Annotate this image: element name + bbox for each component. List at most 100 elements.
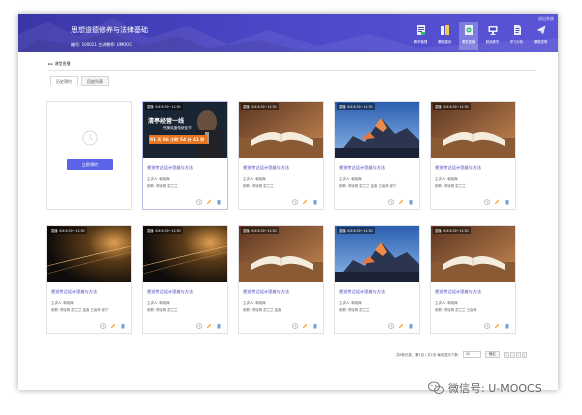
- delete-icon[interactable]: [216, 199, 222, 205]
- divider: [48, 70, 536, 71]
- edit-icon[interactable]: [302, 323, 308, 329]
- course-title-link[interactable]: 视觉传达设计思维与方法: [51, 289, 97, 295]
- clock-action-icon[interactable]: [100, 323, 106, 329]
- clock-action-icon[interactable]: [388, 323, 394, 329]
- wechat-icon: [428, 381, 444, 395]
- live-overlay-line2: 完美欢度传统佳节: [163, 126, 192, 130]
- clock-action-icon[interactable]: [484, 199, 490, 205]
- nav-label: 学习分析: [509, 40, 524, 44]
- delete-icon[interactable]: [120, 323, 126, 329]
- course-cover-dark: 直播: 8.8 8:30~11:30: [47, 226, 131, 282]
- edit-icon[interactable]: [302, 199, 308, 205]
- tab-history-reservations[interactable]: 历史预约: [50, 76, 78, 86]
- delete-icon[interactable]: [504, 323, 510, 329]
- nav-teaching-management[interactable]: 教学管理: [411, 22, 430, 50]
- live-time-badge: 直播: 8.8 8:30~11:30: [433, 103, 471, 110]
- course-title-link[interactable]: 视觉传达设计思维与方法: [243, 165, 289, 171]
- course-owner: 主讲人: 韩晓梅: [435, 301, 458, 305]
- card-actions: [196, 199, 222, 205]
- clock-action-icon[interactable]: [292, 323, 298, 329]
- course-assistants: 助教: 李晓明 蒙兰兰 金鑫: [243, 308, 282, 312]
- first-page-icon[interactable]: «: [503, 351, 509, 358]
- course-assistants: 助教: 李晓明 蒙兰兰: [147, 308, 178, 312]
- course-card[interactable]: 直播: 8.8 8:30~11:30 视觉传达设计思维与方法 主讲人: 韩晓梅 …: [430, 225, 516, 334]
- course-card[interactable]: 直播: 8.8 8:30~11:30 视觉传达设计思维与方法 主讲人: 韩晓梅 …: [238, 225, 324, 334]
- live-time-badge: 直播: 8.8 8:30~11:30: [241, 103, 279, 110]
- edit-icon[interactable]: [206, 323, 212, 329]
- course-card[interactable]: 直播: 8.8 8:30~11:30 视觉传达设计思维与方法 主讲人: 韩晓梅 …: [334, 225, 420, 334]
- course-card[interactable]: 直播: 8.8 8:30~11:30 视觉传达设计思维与方法 主讲人: 韩晓梅 …: [238, 101, 324, 210]
- app-window: 思想道德修养与法律基础 编号: 100011 主讲教师: UMOOC 退出系统 …: [18, 14, 558, 390]
- course-assistants: 助教: 李晓明 蒙兰兰: [147, 184, 178, 188]
- course-meta: 编号: 100011 主讲教师: UMOOC: [71, 42, 133, 47]
- course-cover-mountain: 直播: 8.8 8:30~11:30: [335, 226, 419, 282]
- delete-icon[interactable]: [408, 199, 414, 205]
- course-assistants: 助教: 李晓明 蒙兰兰 王喜林: [435, 308, 477, 312]
- course-title-link[interactable]: 视觉传达设计思维与方法: [435, 165, 481, 171]
- course-title-link[interactable]: 视觉传达设计思维与方法: [339, 289, 385, 295]
- course-owner: 主讲人: 韩晓梅: [147, 301, 170, 305]
- course-owner: 主讲人: 韩晓梅: [51, 301, 74, 305]
- clock-action-icon[interactable]: [196, 323, 202, 329]
- learning-analysis-icon: [513, 25, 521, 35]
- delete-icon[interactable]: [312, 323, 318, 329]
- edit-icon[interactable]: [398, 199, 404, 205]
- watermark-text: 微信号: U-MOOCS: [448, 382, 542, 395]
- clock-icon: [82, 130, 98, 146]
- edit-icon[interactable]: [110, 323, 116, 329]
- breadcrumb-label: 课堂直播: [54, 61, 71, 66]
- course-building-icon: [440, 25, 449, 35]
- page-arrows: « ‹ › »: [503, 351, 527, 358]
- tab-playback-list[interactable]: 回放列表: [81, 76, 109, 86]
- nav-learning-analysis[interactable]: 学习分析: [507, 22, 526, 50]
- course-owner: 主讲人: 韩晓梅: [339, 177, 362, 181]
- course-title-link[interactable]: 视觉传达设计思维与方法: [435, 289, 481, 295]
- go-button[interactable]: 确定: [484, 351, 500, 358]
- nav-course-info[interactable]: 课程说明: [531, 22, 550, 50]
- card-actions: [196, 323, 222, 329]
- course-card[interactable]: 清亭经营一线 完美欢度传统佳节 01 天 06 小时 54 分 41 秒 直播:…: [142, 101, 228, 210]
- course-card[interactable]: 直播: 8.8 8:30~11:30 视觉传达设计思维与方法 主讲人: 韩晓梅 …: [142, 225, 228, 334]
- delete-icon[interactable]: [216, 323, 222, 329]
- last-page-icon[interactable]: »: [521, 351, 527, 358]
- edit-icon[interactable]: [494, 199, 500, 205]
- prev-page-icon[interactable]: ‹: [509, 351, 515, 358]
- edit-icon[interactable]: [206, 199, 212, 205]
- pagination-summary: 共8条记录，第1页 / 共1页 每页显示个数:: [396, 353, 459, 357]
- live-time-badge: 直播: 8.8 8:30~11:30: [337, 103, 375, 110]
- nav-label: 课程说明: [533, 40, 548, 44]
- page-size-input[interactable]: 30: [462, 351, 481, 358]
- edit-icon[interactable]: [398, 323, 404, 329]
- course-card[interactable]: 直播: 8.8 8:30~11:30 视觉传达设计思维与方法 主讲人: 韩晓梅 …: [46, 225, 132, 334]
- edit-icon[interactable]: [494, 323, 500, 329]
- next-page-icon[interactable]: ›: [515, 351, 521, 358]
- nav-live-class[interactable]: 课堂直播: [459, 22, 478, 50]
- course-assistants: 助教: 李晓明 蒙兰兰 金鑫 王喜林 徐宁: [339, 184, 397, 188]
- clock-action-icon[interactable]: [388, 199, 394, 205]
- nav-course-building[interactable]: 课程建设: [435, 22, 454, 50]
- delete-icon[interactable]: [408, 323, 414, 329]
- reserve-now-button[interactable]: 立即预约: [67, 159, 113, 170]
- header-bar: 思想道德修养与法律基础 编号: 100011 主讲教师: UMOOC 退出系统 …: [18, 14, 558, 52]
- nav-featured-teaching[interactable]: 精品教学: [483, 22, 502, 50]
- course-title-link[interactable]: 视觉传达设计思维与方法: [243, 289, 289, 295]
- course-title-link[interactable]: 视觉传达设计思维与方法: [147, 289, 193, 295]
- card-actions: [100, 323, 126, 329]
- clock-action-icon[interactable]: [196, 199, 202, 205]
- tab-bar: 历史预约 回放列表: [50, 76, 109, 86]
- course-title-link[interactable]: 视觉传达设计思维与方法: [147, 165, 193, 171]
- course-assistants: 助教: 李晓明 蒙兰兰: [243, 184, 274, 188]
- clock-action-icon[interactable]: [292, 199, 298, 205]
- course-assistants: 助教: 李晓明 蒙兰兰: [435, 184, 466, 188]
- course-title-link[interactable]: 视觉传达设计思维与方法: [339, 165, 385, 171]
- course-card[interactable]: 直播: 8.8 8:30~11:30 视觉传达设计思维与方法 主讲人: 韩晓梅 …: [430, 101, 516, 210]
- delete-icon[interactable]: [504, 199, 510, 205]
- wechat-watermark: 微信号: U-MOOCS: [428, 380, 542, 396]
- clock-action-icon[interactable]: [484, 323, 490, 329]
- teaching-management-icon: [416, 25, 425, 35]
- course-card[interactable]: 直播: 8.8 8:30~11:30 视觉传达设计思维与方法 主讲人: 韩晓梅 …: [334, 101, 420, 210]
- course-title: 思想道德修养与法律基础: [71, 26, 148, 34]
- featured-teaching-icon: [488, 26, 497, 35]
- course-cover-live: 清亭经营一线 完美欢度传统佳节 01 天 06 小时 54 分 41 秒 直播:…: [143, 102, 227, 158]
- delete-icon[interactable]: [312, 199, 318, 205]
